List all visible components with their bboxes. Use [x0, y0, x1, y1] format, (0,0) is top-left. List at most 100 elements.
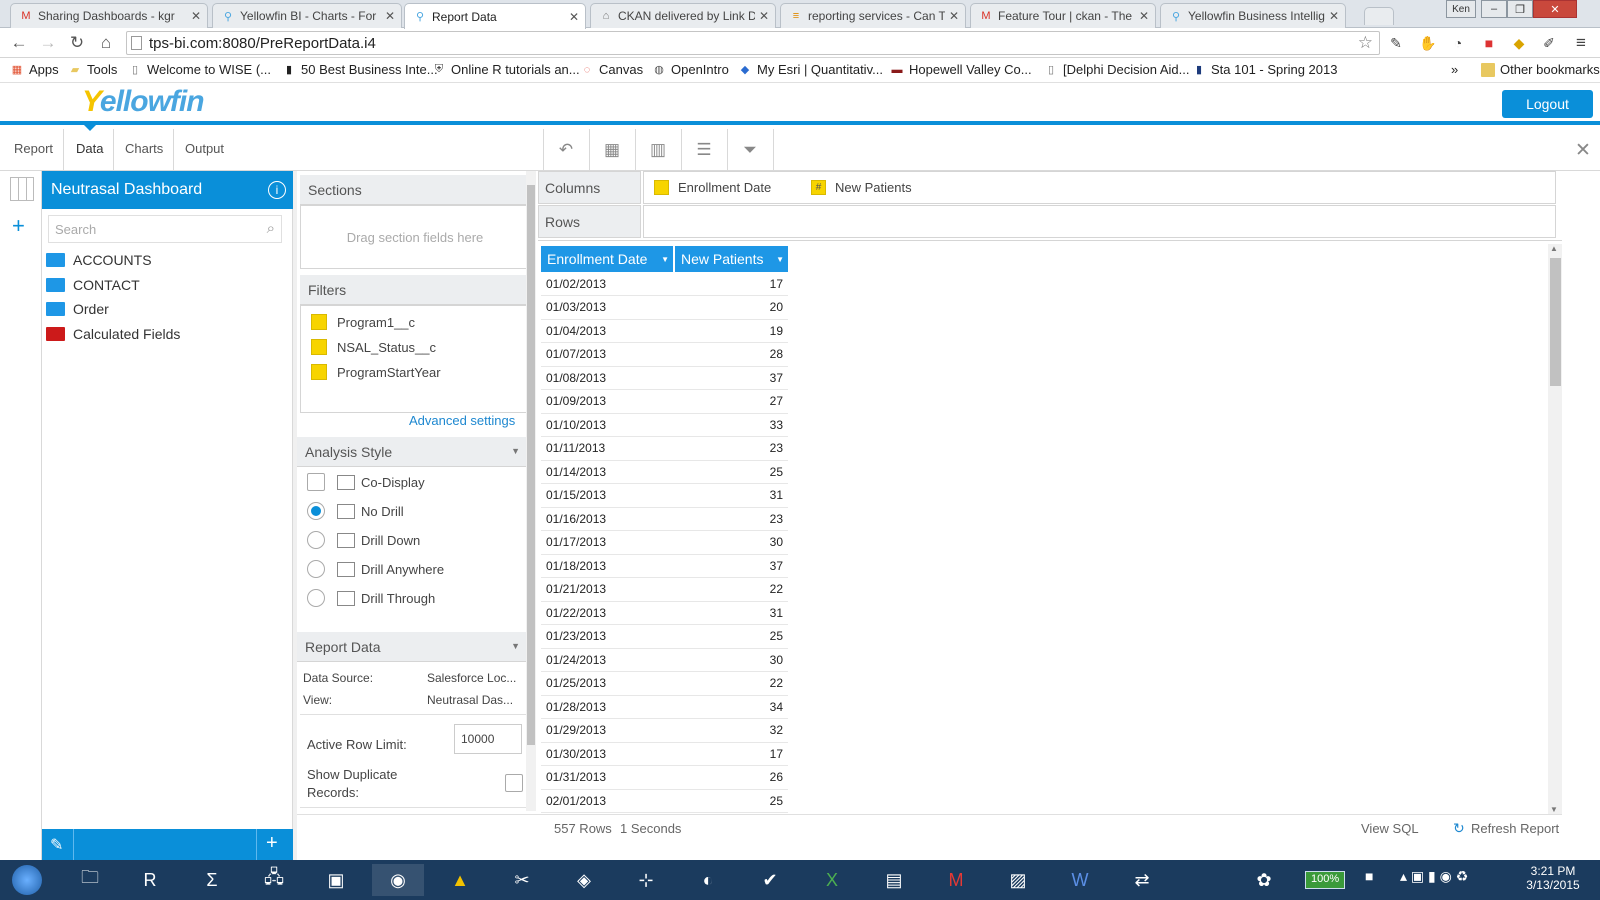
- close-tab-icon[interactable]: ✕: [949, 9, 959, 23]
- browser-tab[interactable]: M Sharing Dashboards - kgr ✕: [10, 3, 208, 28]
- tree-item[interactable]: CONTACT: [46, 277, 140, 293]
- app-icon[interactable]: ◐: [682, 864, 734, 896]
- bookmark-item[interactable]: ▬ Hopewell Valley Co...: [890, 62, 1032, 77]
- extension-icon[interactable]: ■: [1480, 34, 1498, 52]
- bookmark-item[interactable]: ◌ Canvas: [580, 62, 643, 77]
- tab-report[interactable]: Report: [14, 141, 53, 156]
- table-row[interactable]: 01/28/2013 34: [541, 695, 788, 719]
- url-input[interactable]: tps-bi.com:8080/PreReportData.i4 ☆: [126, 31, 1380, 55]
- table-row[interactable]: 01/11/2013 23: [541, 436, 788, 461]
- scroll-up-icon[interactable]: ▲: [1550, 244, 1558, 253]
- tab-data[interactable]: Data: [76, 141, 103, 156]
- table-layout-icon[interactable]: ▦: [601, 139, 623, 161]
- r-icon[interactable]: R: [124, 864, 176, 896]
- table-row[interactable]: 01/04/2013 19: [541, 319, 788, 343]
- bookmark-item[interactable]: ◆ My Esri | Quantitativ...: [738, 62, 883, 77]
- dropdown-icon[interactable]: ▼: [776, 255, 784, 264]
- clock[interactable]: 3:21 PM 3/13/2015: [1518, 864, 1588, 892]
- info-icon[interactable]: i: [268, 181, 286, 199]
- app-icon[interactable]: ✔: [744, 864, 796, 896]
- app-icon[interactable]: ⇄: [1116, 864, 1168, 896]
- table-row[interactable]: 01/30/2013 17: [541, 742, 788, 766]
- sections-dropzone[interactable]: Drag section fields here: [300, 205, 530, 269]
- reload-icon[interactable]: ↻: [66, 32, 88, 54]
- browser-tab[interactable]: ≡ reporting services - Can T ✕: [780, 3, 966, 28]
- sigma-icon[interactable]: Σ: [186, 864, 238, 896]
- analysis-option-drill-down[interactable]: Drill Down: [307, 531, 420, 549]
- back-icon[interactable]: ←: [8, 32, 30, 54]
- report-data-header[interactable]: Report Data ▼: [297, 632, 530, 662]
- extension-icon[interactable]: ✐: [1540, 34, 1558, 52]
- extension-icon[interactable]: ◔: [1449, 34, 1467, 52]
- view-sql-link[interactable]: View SQL: [1361, 821, 1419, 836]
- tray-icon[interactable]: ■: [1365, 868, 1373, 884]
- excel-icon[interactable]: X: [806, 864, 858, 896]
- battery-indicator[interactable]: 100%: [1305, 871, 1346, 889]
- checkbox[interactable]: [307, 473, 325, 491]
- profile-badge[interactable]: Ken: [1446, 0, 1476, 18]
- drive-icon[interactable]: ▲: [434, 864, 486, 896]
- filter-icon[interactable]: ⏷: [739, 139, 761, 161]
- table-row[interactable]: 01/24/2013 30: [541, 648, 788, 672]
- radio[interactable]: [307, 531, 325, 549]
- new-tab-button[interactable]: [1364, 7, 1394, 25]
- table-row[interactable]: 01/23/2013 25: [541, 624, 788, 649]
- close-icon[interactable]: ✕: [1572, 139, 1594, 161]
- tree-item[interactable]: Calculated Fields: [46, 326, 180, 342]
- list-icon[interactable]: ☰: [693, 139, 715, 161]
- analysis-option-drill-anywhere[interactable]: Drill Anywhere: [307, 560, 444, 578]
- show-duplicate-checkbox[interactable]: [505, 774, 523, 792]
- tree-item[interactable]: ACCOUNTS: [46, 252, 152, 268]
- browser-tab[interactable]: ⚲ Report Data ✕: [404, 3, 586, 29]
- browser-tab[interactable]: ⚲ Yellowfin Business Intellig ✕: [1160, 3, 1346, 28]
- forward-icon[interactable]: →: [37, 32, 59, 54]
- chrome-icon[interactable]: ◉: [372, 864, 424, 896]
- radio[interactable]: [307, 589, 325, 607]
- tab-output[interactable]: Output: [185, 141, 224, 156]
- filter-item[interactable]: Program1__c: [311, 314, 415, 330]
- table-row[interactable]: 01/03/2013 20: [541, 295, 788, 320]
- analysis-option-no-drill[interactable]: No Drill: [307, 502, 404, 520]
- table-row[interactable]: 01/17/2013 30: [541, 530, 788, 555]
- tree-item[interactable]: Order: [46, 301, 109, 317]
- minimize-icon[interactable]: –: [1481, 0, 1507, 18]
- browser-tab[interactable]: ⌂ CKAN delivered by Link Di ✕: [590, 3, 776, 28]
- bookmark-item[interactable]: ▯ Welcome to WISE (...: [128, 62, 271, 77]
- table-row[interactable]: 01/18/2013 37: [541, 554, 788, 578]
- search-icon[interactable]: ⌕: [267, 220, 275, 237]
- browser-tab[interactable]: M Feature Tour | ckan - The ✕: [970, 3, 1156, 28]
- restore-icon[interactable]: ❐: [1507, 0, 1533, 18]
- add-icon[interactable]: +: [12, 213, 25, 239]
- app-icon[interactable]: ✿: [1238, 864, 1290, 896]
- menu-icon[interactable]: ≡: [1572, 33, 1590, 52]
- row-limit-input[interactable]: 10000: [454, 724, 522, 754]
- app-icon[interactable]: ⊹: [620, 864, 672, 896]
- app-icon[interactable]: ▤: [868, 864, 920, 896]
- advanced-settings-link[interactable]: Advanced settings: [409, 413, 515, 428]
- table-scrollbar[interactable]: ▲ ▼: [1548, 244, 1562, 814]
- edit-icon[interactable]: ✎: [50, 835, 63, 855]
- rows-dropzone[interactable]: [643, 205, 1556, 238]
- bookmark-item[interactable]: ◍ OpenIntro: [652, 62, 729, 77]
- bookmark-item[interactable]: ⛨ Online R tutorials an...: [432, 62, 580, 77]
- columns-icon[interactable]: ▥: [647, 139, 669, 161]
- analysis-option-co-display[interactable]: Co-Display: [307, 473, 425, 491]
- table-row[interactable]: 01/31/2013 26: [541, 765, 788, 790]
- table-row[interactable]: 01/09/2013 27: [541, 389, 788, 414]
- tab-charts[interactable]: Charts: [125, 141, 163, 156]
- undo-icon[interactable]: ↶: [555, 139, 577, 161]
- table-row[interactable]: 01/22/2013 31: [541, 601, 788, 625]
- other-bookmarks[interactable]: Other bookmarks: [1481, 62, 1600, 77]
- settings-scrollbar[interactable]: [526, 171, 536, 811]
- table-row[interactable]: 01/16/2013 23: [541, 507, 788, 531]
- app-icon[interactable]: ◈: [558, 864, 610, 896]
- bookmark-item[interactable]: ▮ 50 Best Business Inte...: [282, 62, 438, 77]
- close-tab-icon[interactable]: ✕: [1329, 9, 1339, 23]
- start-button[interactable]: [2, 864, 52, 896]
- mcafee-icon[interactable]: M: [930, 864, 982, 896]
- table-row[interactable]: 02/01/2013 25: [541, 789, 788, 813]
- close-window-icon[interactable]: ✕: [1533, 0, 1577, 18]
- grid-icon[interactable]: [10, 177, 34, 201]
- analysis-option-drill-through[interactable]: Drill Through: [307, 589, 435, 607]
- close-tab-icon[interactable]: ✕: [385, 9, 395, 23]
